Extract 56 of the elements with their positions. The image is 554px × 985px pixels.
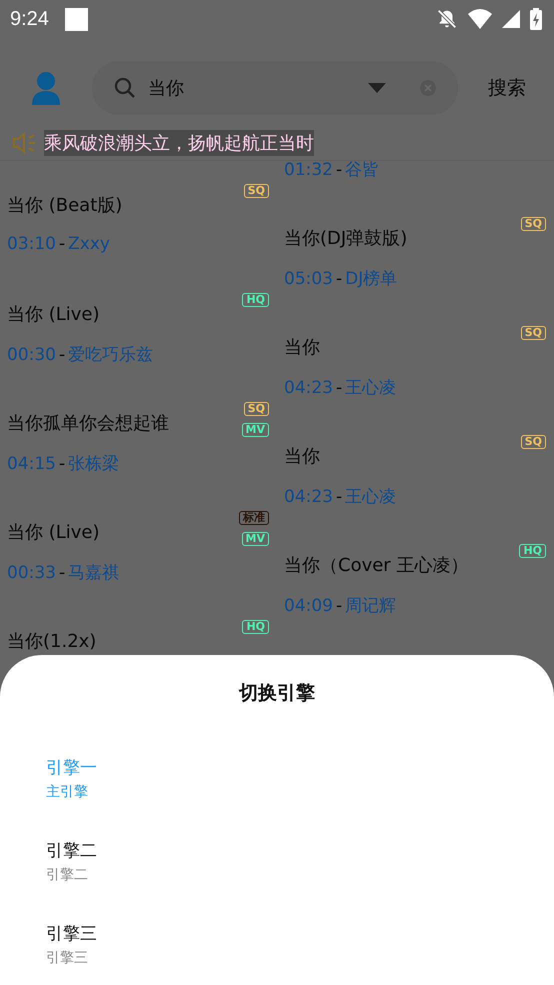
song-duration: 03:10 <box>7 234 56 254</box>
separator: - <box>336 378 342 398</box>
song-title: 当你孤单你会想起谁 <box>7 412 169 435</box>
engine-subtitle: 主引擎 <box>46 783 89 801</box>
song-duration: 04:15 <box>7 454 56 474</box>
song-artist: 周记辉 <box>345 596 396 616</box>
quality-tag: 标准 <box>239 511 269 525</box>
quality-tag: HQ <box>519 544 546 558</box>
quality-tag: SQ <box>520 217 546 231</box>
quality-tag: SQ <box>244 402 269 416</box>
separator: - <box>336 269 342 289</box>
song-duration: 04:09 <box>284 596 333 616</box>
separator: - <box>59 563 66 583</box>
sheet-title: 切换引擎 <box>239 681 315 706</box>
separator: - <box>59 454 66 474</box>
song-artist: DJ榜单 <box>345 269 398 289</box>
quality-tag: HQ <box>242 620 269 634</box>
song-duration: 00:33 <box>7 563 56 583</box>
announcement-text: 乘风破浪潮头立，扬帆起航正当时 <box>44 130 314 156</box>
engine-name: 引擎一 <box>46 757 97 779</box>
song-duration: 04:23 <box>284 487 333 507</box>
quality-tag: MV <box>242 532 269 546</box>
engine-name: 引擎二 <box>46 840 97 862</box>
song-artist: 爱吃巧乐兹 <box>68 345 154 365</box>
separator: - <box>59 234 66 254</box>
quality-tag: HQ <box>242 293 269 307</box>
separator: - <box>59 345 66 365</box>
song-artist: 王心凌 <box>345 378 396 398</box>
song-duration: 05:03 <box>284 269 333 289</box>
song-title: 当你 <box>284 336 320 359</box>
song-title: 当你 <box>284 445 320 468</box>
song-artist: 谷皆 <box>345 161 380 180</box>
engine-name: 引擎三 <box>46 923 97 945</box>
engine-subtitle: 引擎三 <box>46 949 89 967</box>
quality-tag: SQ <box>520 326 546 340</box>
song-title: 当你(DJ弹鼓版) <box>284 227 408 250</box>
quality-tag: SQ <box>244 184 269 198</box>
engine-subtitle: 引擎二 <box>46 866 89 884</box>
separator: - <box>336 487 342 507</box>
song-duration: 00:30 <box>7 345 56 365</box>
song-title: 当你（Cover 王心凌） <box>284 554 468 577</box>
status-time: 9:24 <box>10 8 49 30</box>
song-duration: 04:23 <box>284 378 333 398</box>
quality-tag: SQ <box>520 435 546 449</box>
song-duration: 01:32 <box>284 161 333 180</box>
song-title: 当你 (Live) <box>7 303 100 326</box>
song-artist: 马嘉祺 <box>68 563 120 583</box>
song-artist: 张栋梁 <box>68 454 120 474</box>
song-title: 当你 (Live) <box>7 521 100 544</box>
quality-tag: MV <box>242 423 269 437</box>
song-artist: Zxxy <box>68 234 110 254</box>
separator: - <box>336 596 342 616</box>
song-title: 当你(1.2x) <box>7 630 96 653</box>
separator: - <box>336 161 342 180</box>
song-title: 当你 (Beat版) <box>7 194 122 217</box>
song-artist: 王心凌 <box>345 487 396 507</box>
